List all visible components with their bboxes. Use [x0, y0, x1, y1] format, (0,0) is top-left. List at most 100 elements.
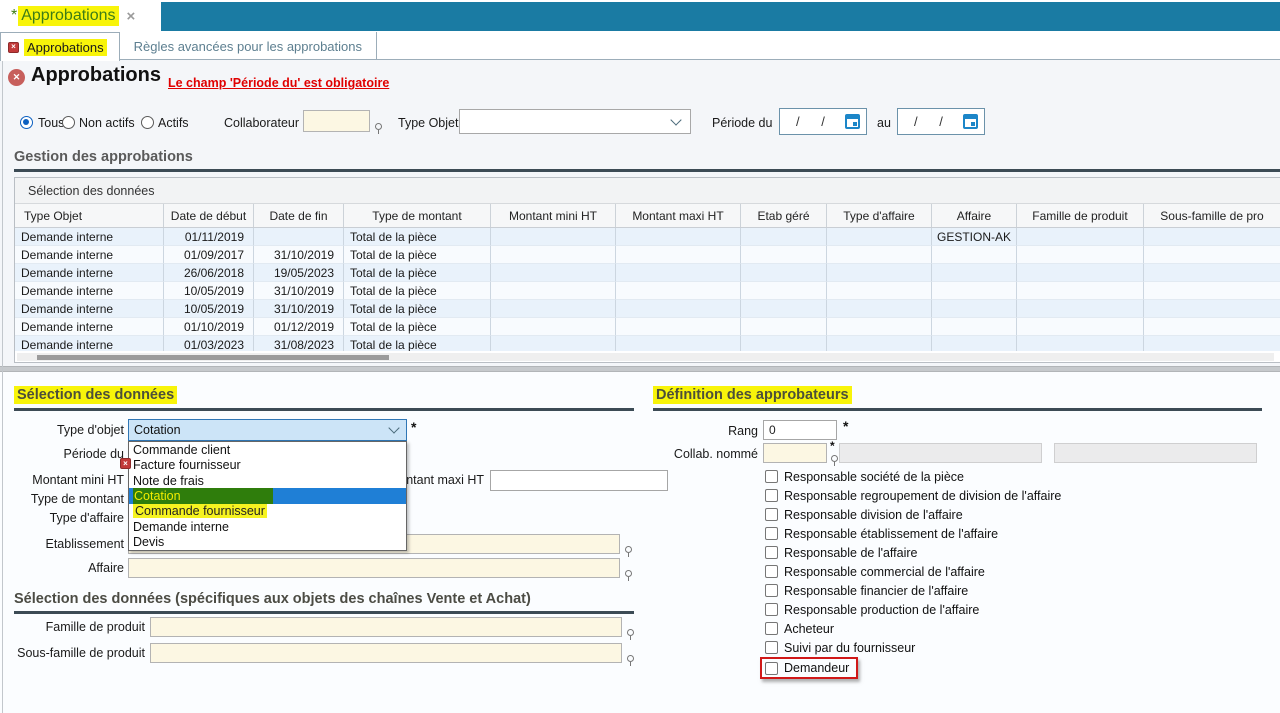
checkbox[interactable]: [765, 565, 778, 578]
column-header[interactable]: Date de fin: [254, 204, 344, 227]
table-row[interactable]: Demande interne10/05/201931/10/2019Total…: [15, 282, 1280, 300]
column-header[interactable]: Sous-famille de pro: [1144, 204, 1280, 227]
checkbox[interactable]: [765, 508, 778, 521]
dropdown-option[interactable]: Devis: [129, 535, 406, 550]
column-header[interactable]: Type Objet: [15, 204, 164, 227]
table-row[interactable]: Demande interne01/11/2019Total de la piè…: [15, 228, 1280, 246]
label-famille-produit: Famille de produit: [0, 620, 145, 634]
type-objet-select[interactable]: [459, 109, 691, 134]
calendar-icon[interactable]: [845, 114, 860, 129]
date-from-value: / /: [796, 114, 834, 129]
column-header[interactable]: Type de montant: [344, 204, 491, 227]
collab-nomme-input[interactable]: [763, 443, 827, 463]
montant-maxi-input[interactable]: [490, 470, 668, 491]
type-objet-combobox[interactable]: Cotation: [128, 419, 407, 441]
lookup-magnifier-icon[interactable]: [627, 655, 634, 662]
calendar-icon[interactable]: [963, 114, 978, 129]
famille-produit-input[interactable]: [150, 617, 622, 637]
dropdown-option[interactable]: Demande interne: [129, 519, 406, 534]
checkbox[interactable]: [765, 527, 778, 540]
table-row[interactable]: Demande interne01/03/202331/08/2023Total…: [15, 336, 1280, 351]
checkbox[interactable]: [765, 603, 778, 616]
table-cell: [491, 336, 616, 351]
table-cell: Total de la pièce: [344, 318, 491, 336]
checkbox-row: Responsable commercial de l'affaire: [765, 562, 1061, 581]
dropdown-option[interactable]: Note de frais: [129, 473, 406, 488]
document-tab-approbations[interactable]: * Approbations ×: [0, 0, 135, 32]
dropdown-option[interactable]: Commande client: [129, 442, 406, 457]
checkbox-label: Acheteur: [784, 622, 834, 636]
table-cell: [1144, 246, 1280, 264]
table-cell: [616, 318, 741, 336]
scrollbar-thumb[interactable]: [37, 355, 389, 360]
collaborateur-input[interactable]: [303, 110, 370, 132]
table-cell: [932, 282, 1017, 300]
horizontal-scrollbar[interactable]: [17, 353, 1274, 361]
table-cell: [1017, 228, 1144, 246]
error-circle-icon: ✕: [8, 69, 25, 86]
table-row[interactable]: Demande interne01/10/201901/12/2019Total…: [15, 318, 1280, 336]
collab-prenom-readonly: [1054, 443, 1257, 463]
section-rule: [14, 408, 634, 411]
radio-non-actifs[interactable]: [62, 116, 75, 129]
column-header[interactable]: Montant maxi HT: [616, 204, 741, 227]
table-cell: [827, 282, 932, 300]
column-header[interactable]: Affaire: [932, 204, 1017, 227]
table-row[interactable]: Demande interne26/06/201819/05/2023Total…: [15, 264, 1280, 282]
dropdown-option[interactable]: Commande fournisseur: [129, 504, 406, 519]
table-cell: Demande interne: [15, 318, 164, 336]
date-to-input[interactable]: / /: [897, 108, 985, 135]
lookup-magnifier-icon[interactable]: [627, 629, 634, 636]
app-window: * Approbations × × Approbations Règles a…: [0, 0, 1280, 713]
checkbox-label: Responsable financier de l'affaire: [784, 584, 968, 598]
column-header[interactable]: Famille de produit: [1017, 204, 1144, 227]
lookup-magnifier-icon[interactable]: [625, 570, 632, 577]
table-cell: 01/12/2019: [254, 318, 344, 336]
checkbox[interactable]: [765, 489, 778, 502]
checkbox[interactable]: [765, 470, 778, 483]
table-cell: [616, 336, 741, 351]
tab-regles-avancees[interactable]: Règles avancées pour les approbations: [120, 32, 377, 60]
label-etablissement: Etablissement: [0, 537, 124, 551]
section-title-approbateurs: Définition des approbateurs: [653, 387, 852, 403]
validation-error-link[interactable]: Le champ 'Période du' est obligatoire: [168, 76, 389, 90]
checkbox[interactable]: [765, 622, 778, 635]
lookup-magnifier-icon[interactable]: [375, 123, 382, 130]
table-cell: [1144, 318, 1280, 336]
checkbox[interactable]: [765, 641, 778, 654]
checkbox-row: Responsable financier de l'affaire: [765, 581, 1061, 600]
lookup-magnifier-icon[interactable]: [625, 546, 632, 553]
affaire-input[interactable]: [128, 558, 620, 578]
dropdown-option[interactable]: Cotation: [129, 488, 406, 503]
checkbox[interactable]: [765, 662, 778, 675]
rang-input[interactable]: 0: [763, 420, 837, 440]
column-header[interactable]: Etab géré: [741, 204, 827, 227]
radio-actifs[interactable]: [141, 116, 154, 129]
table-cell: [932, 336, 1017, 351]
lookup-magnifier-icon[interactable]: [831, 455, 838, 462]
table-row[interactable]: Demande interne10/05/201931/10/2019Total…: [15, 300, 1280, 318]
checkbox[interactable]: [765, 546, 778, 559]
table-cell: [1144, 336, 1280, 351]
dropdown-option[interactable]: Facture fournisseur: [129, 457, 406, 472]
table-cell: [1017, 336, 1144, 351]
column-header[interactable]: Type d'affaire: [827, 204, 932, 227]
checkbox[interactable]: [765, 584, 778, 597]
horizontal-splitter[interactable]: [0, 366, 1280, 372]
table-cell: [1017, 318, 1144, 336]
sous-famille-produit-input[interactable]: [150, 643, 622, 663]
tab-approbations[interactable]: × Approbations: [0, 32, 120, 61]
table-cell: [616, 264, 741, 282]
date-from-input[interactable]: / /: [779, 108, 867, 135]
table-cell: [741, 246, 827, 264]
close-tab-icon[interactable]: ×: [127, 8, 136, 25]
checkbox-row: Suivi par du fournisseur: [765, 638, 1061, 657]
radio-tous[interactable]: [20, 116, 33, 129]
table-row[interactable]: Demande interne01/09/201731/10/2019Total…: [15, 246, 1280, 264]
column-header[interactable]: Date de début: [164, 204, 254, 227]
window-left-border: [2, 60, 3, 713]
column-header[interactable]: Montant mini HT: [491, 204, 616, 227]
table-cell: [616, 246, 741, 264]
section-rule: [14, 611, 634, 614]
table-cell: 31/10/2019: [254, 300, 344, 318]
